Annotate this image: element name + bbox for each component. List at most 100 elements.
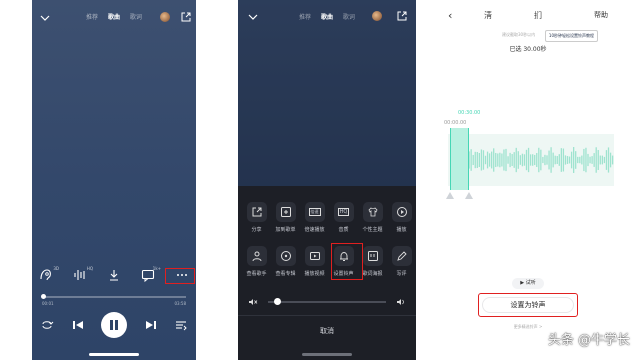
download-icon[interactable]	[106, 267, 122, 283]
waveform-bar	[546, 155, 548, 165]
waveform-bar	[474, 151, 476, 169]
tab-lyrics[interactable]: 歌词	[343, 14, 355, 21]
playback-progress[interactable]	[41, 294, 186, 299]
more-menu-screen: 推荐 歌曲 歌词 分享 加到歌单 倍速 倍速播放 HQ 音质 个性主题 播放 查…	[238, 0, 416, 360]
menu-item-speed[interactable]: 倍速 倍速播放	[300, 202, 329, 233]
volume-track[interactable]	[268, 301, 386, 303]
left-trim-handle[interactable]	[446, 192, 454, 199]
help-button[interactable]: 帮助	[594, 10, 608, 20]
menu-item-play-video[interactable]: 播放	[387, 202, 416, 233]
waveform	[450, 147, 614, 173]
waveform-bar	[601, 155, 603, 165]
waveform-bar	[568, 156, 571, 164]
tab-recommend[interactable]: 推荐	[86, 14, 98, 21]
waveform-bar	[484, 155, 487, 165]
volume-up-icon[interactable]	[396, 297, 406, 307]
menu-label: 音质	[338, 227, 349, 233]
tshirt-icon	[362, 202, 383, 222]
waveform-bar	[503, 149, 505, 171]
waveform-bar	[540, 149, 542, 171]
waveform-bar	[472, 154, 474, 166]
comment-icon[interactable]: 1k+	[140, 266, 161, 283]
preview-button[interactable]: ▶ 试听	[512, 278, 544, 289]
sound-effect-badge: 3D	[53, 266, 59, 271]
comment-badge: 1k+	[152, 266, 161, 271]
title-right: 扪	[534, 11, 542, 20]
right-trim-handle[interactable]	[465, 192, 473, 199]
waveform-bar	[476, 151, 478, 169]
next-icon[interactable]	[144, 318, 158, 332]
avatar[interactable]	[160, 12, 170, 22]
waveform-bar	[552, 152, 554, 168]
tab-song[interactable]: 歌曲	[108, 14, 120, 21]
tutorial-link[interactable]: 10秒钟轻松设置铃声教程	[544, 30, 598, 42]
waveform-bar	[478, 152, 480, 168]
more-highlight-box	[165, 268, 195, 284]
menu-label: 查看专辑	[275, 271, 296, 277]
waveform-bar	[583, 148, 585, 172]
waveform-bar	[534, 154, 536, 166]
menu-label: 查看歌手	[246, 271, 267, 277]
home-indicator	[89, 353, 139, 356]
speed-glyph: 倍速	[308, 208, 321, 216]
waveform-bar	[548, 150, 550, 170]
waveform-bar	[482, 150, 485, 170]
progress-knob[interactable]	[41, 294, 47, 299]
play-video-icon	[391, 202, 412, 222]
menu-label: 倍速播放	[304, 227, 325, 233]
trim-hint: 建议截取30秒以内	[502, 32, 536, 37]
tab-lyrics[interactable]: 歌词	[130, 14, 142, 21]
menu-label: 歌词海报	[362, 271, 383, 277]
waveform-bar	[470, 149, 472, 171]
volume-knob[interactable]	[274, 298, 281, 305]
menu-item-add-to-playlist[interactable]: 加到歌单	[271, 202, 300, 233]
waveform-bar	[532, 154, 534, 166]
hq-icon: HQ	[333, 202, 354, 222]
menu-item-view-album[interactable]: 查看专辑	[271, 246, 300, 277]
selection-range[interactable]	[450, 128, 469, 190]
menu-item-share[interactable]: 分享	[242, 202, 271, 233]
waveform-bar	[587, 153, 589, 167]
back-icon[interactable]: ‹	[448, 9, 452, 22]
player-tabs: 推荐 歌曲 歌词	[238, 12, 416, 21]
tab-song[interactable]: 歌曲	[321, 14, 333, 21]
dim-overlay[interactable]	[238, 0, 416, 186]
avatar[interactable]	[372, 11, 382, 21]
previous-icon[interactable]	[71, 318, 85, 332]
menu-item-quality[interactable]: HQ 音质	[329, 202, 358, 233]
volume-control[interactable]	[248, 297, 406, 307]
pause-button[interactable]	[101, 312, 127, 338]
title-left: 淸	[484, 11, 492, 20]
player-screen: 推荐 歌曲 歌词 3D HQ 1k+ 00:01 03:58	[32, 0, 196, 360]
playlist-icon[interactable]	[174, 318, 188, 332]
menu-item-play-video-2[interactable]: 播放视频	[300, 246, 329, 277]
audio-mode-icon[interactable]: HQ	[72, 266, 93, 283]
waveform-bar	[499, 152, 501, 168]
waveform-track[interactable]	[448, 134, 614, 186]
menu-item-theme[interactable]: 个性主题	[358, 202, 387, 233]
waveform-bar	[579, 156, 581, 164]
waveform-bar	[491, 151, 493, 169]
waveform-bar	[581, 155, 583, 165]
waveform-bar	[542, 156, 544, 164]
tab-recommend[interactable]: 推荐	[299, 14, 311, 21]
cancel-button[interactable]: 取消	[238, 326, 416, 336]
sound-effect-icon[interactable]: 3D	[38, 266, 59, 283]
repeat-icon[interactable]	[40, 318, 54, 332]
waveform-bar	[585, 147, 587, 173]
waveform-bar	[611, 155, 614, 165]
share-icon[interactable]	[180, 11, 192, 23]
mute-icon[interactable]	[248, 297, 258, 307]
album-icon	[275, 246, 296, 266]
zero-time-label: 00:00.00	[444, 120, 467, 126]
share-icon[interactable]	[396, 10, 408, 22]
share-icon	[246, 202, 267, 222]
menu-item-write-comment[interactable]: 写评	[387, 246, 416, 277]
menu-label: 个性主题	[362, 227, 383, 233]
menu-item-view-singer[interactable]: 查看歌手	[242, 246, 271, 277]
video-icon	[304, 246, 325, 266]
waveform-bar	[599, 155, 601, 165]
waveform-bar	[513, 152, 515, 168]
menu-row-1: 分享 加到歌单 倍速 倍速播放 HQ 音质 个性主题 播放	[242, 202, 416, 233]
speed-icon: 倍速	[304, 202, 325, 222]
